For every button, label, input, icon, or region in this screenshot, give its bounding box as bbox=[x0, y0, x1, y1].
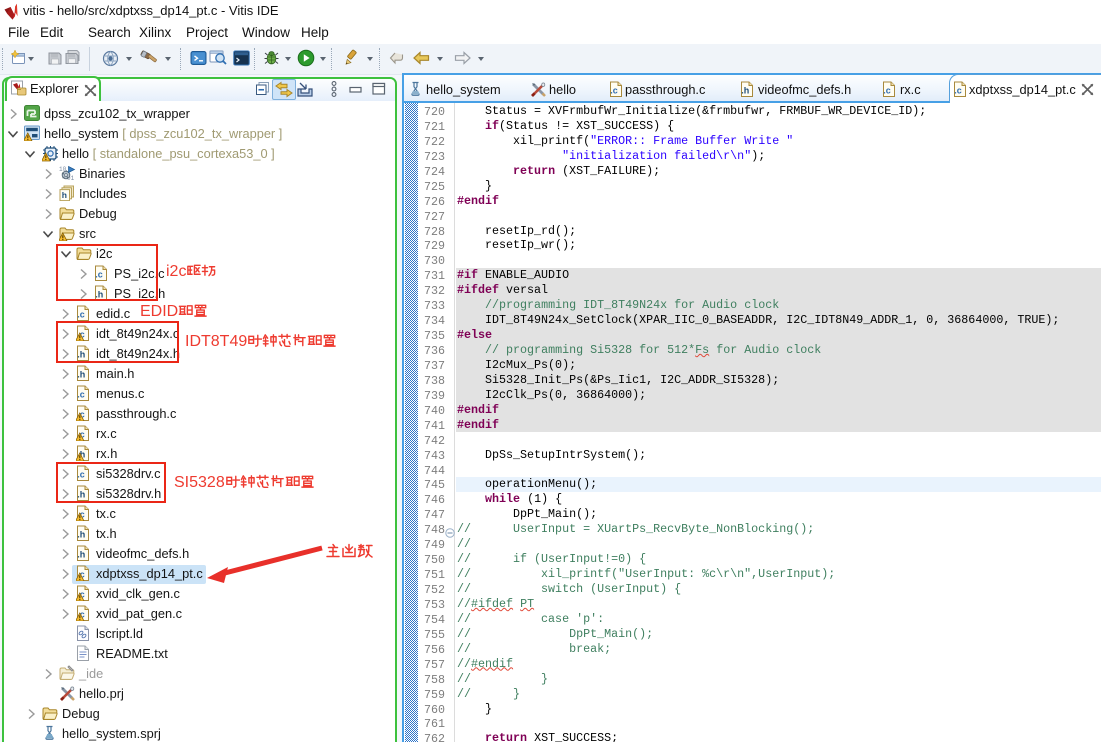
svg-text:.h: .h bbox=[77, 370, 85, 380]
svg-text:.c: .c bbox=[954, 86, 962, 96]
svg-text:.c: .c bbox=[77, 390, 85, 400]
svg-text:.h: .h bbox=[77, 530, 85, 540]
svg-text:.c: .c bbox=[77, 310, 85, 320]
svg-text:.c: .c bbox=[610, 86, 618, 96]
svg-text:h: h bbox=[62, 190, 67, 200]
svg-text:.c: .c bbox=[883, 86, 891, 96]
svg-text:.h: .h bbox=[741, 86, 749, 96]
svg-text:.h: .h bbox=[77, 550, 85, 560]
